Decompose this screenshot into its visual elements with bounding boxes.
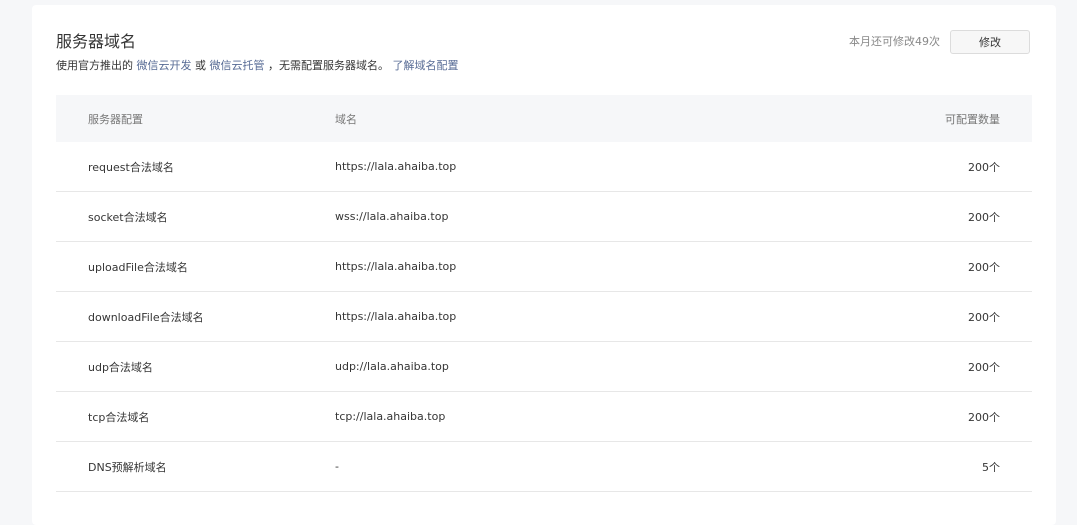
row-domain: udp://lala.ahaiba.top: [335, 360, 449, 373]
header-domain: 域名: [335, 112, 357, 126]
header-count: 可配置数量: [945, 112, 1000, 126]
row-domain: tcp://lala.ahaiba.top: [335, 410, 446, 423]
subtitle-or: 或: [195, 59, 206, 72]
row-config: socket合法域名: [88, 210, 168, 224]
section-title: 服务器域名: [56, 32, 137, 51]
row-domain: https://lala.ahaiba.top: [335, 310, 457, 323]
subtitle-prefix: 使用官方推出的: [56, 59, 133, 72]
row-config: DNS预解析域名: [88, 460, 167, 474]
table-row: socket合法域名 wss://lala.ahaiba.top 200个: [56, 192, 1032, 242]
row-count: 200个: [968, 410, 1000, 424]
row-domain: https://lala.ahaiba.top: [335, 260, 457, 273]
row-count: 5个: [982, 460, 1000, 474]
row-domain: https://lala.ahaiba.top: [335, 160, 457, 173]
row-config: request合法域名: [88, 160, 174, 174]
subtitle-suffix: ，无需配置服务器域名。: [268, 59, 389, 72]
row-config: udp合法域名: [88, 360, 153, 374]
section-subtitle: 使用官方推出的 微信云开发 或 微信云托管 ，无需配置服务器域名。 了解域名配置: [56, 58, 459, 74]
cloud-hosting-link[interactable]: 微信云托管: [210, 59, 265, 72]
modify-quota-text: 本月还可修改49次: [849, 35, 940, 48]
row-count: 200个: [968, 160, 1000, 174]
row-domain: -: [335, 460, 339, 473]
row-config: downloadFile合法域名: [88, 310, 204, 324]
row-config: uploadFile合法域名: [88, 260, 188, 274]
row-count: 200个: [968, 310, 1000, 324]
row-count: 200个: [968, 360, 1000, 374]
header-config: 服务器配置: [88, 112, 143, 126]
table-row: tcp合法域名 tcp://lala.ahaiba.top 200个: [56, 392, 1032, 442]
domain-table: 服务器配置 域名 可配置数量 request合法域名 https://lala.…: [56, 95, 1032, 492]
learn-domain-config-link[interactable]: 了解域名配置: [393, 59, 459, 72]
row-config: tcp合法域名: [88, 410, 150, 424]
table-row: DNS预解析域名 - 5个: [56, 442, 1032, 492]
table-row: uploadFile合法域名 https://lala.ahaiba.top 2…: [56, 242, 1032, 292]
row-domain: wss://lala.ahaiba.top: [335, 210, 449, 223]
table-row: downloadFile合法域名 https://lala.ahaiba.top…: [56, 292, 1032, 342]
table-row: udp合法域名 udp://lala.ahaiba.top 200个: [56, 342, 1032, 392]
table-row: request合法域名 https://lala.ahaiba.top 200个: [56, 142, 1032, 192]
table-header: 服务器配置 域名 可配置数量: [56, 95, 1032, 142]
cloud-dev-link[interactable]: 微信云开发: [137, 59, 192, 72]
server-domain-card: 服务器域名 使用官方推出的 微信云开发 或 微信云托管 ，无需配置服务器域名。 …: [32, 5, 1056, 525]
row-count: 200个: [968, 210, 1000, 224]
row-count: 200个: [968, 260, 1000, 274]
modify-button[interactable]: 修改: [950, 30, 1030, 54]
